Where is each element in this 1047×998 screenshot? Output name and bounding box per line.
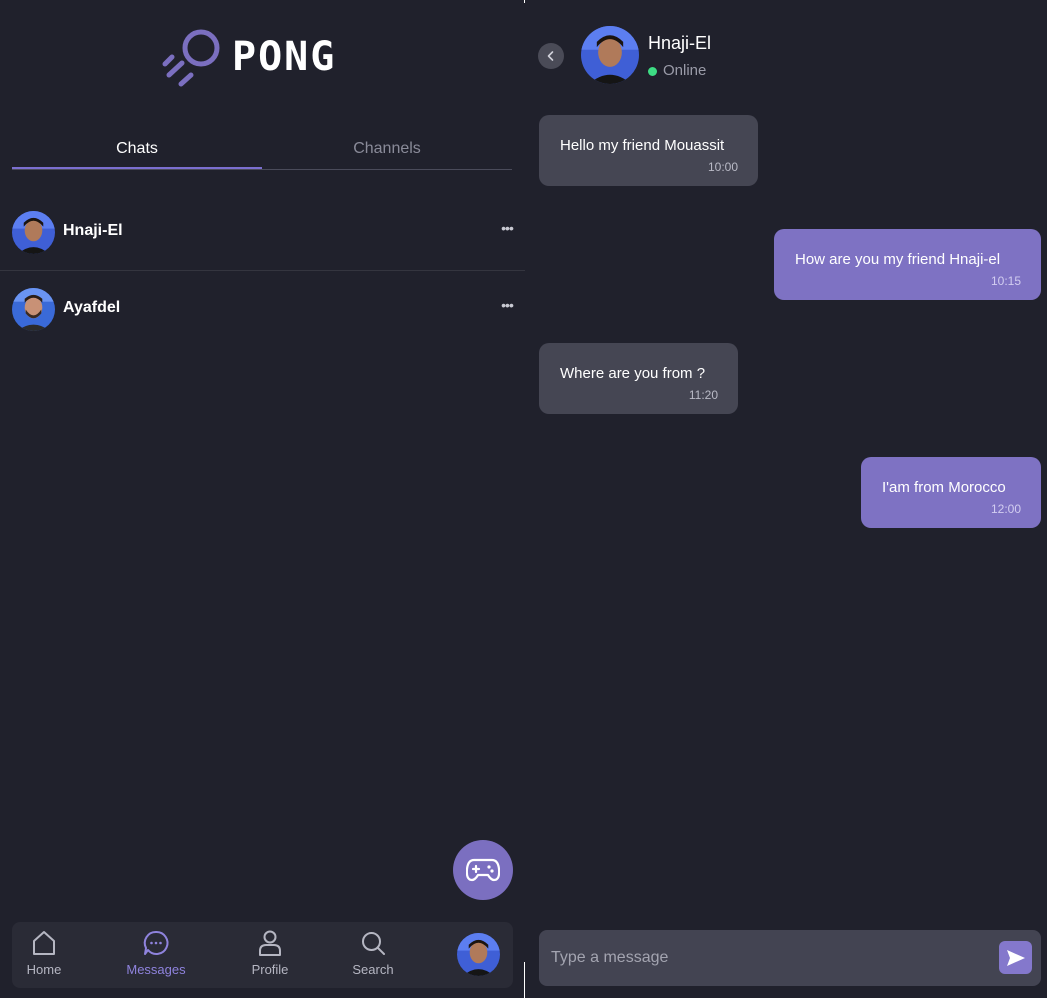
pong-ball-logo-icon [162,29,220,87]
nav-label: Search [352,962,394,977]
message-composer [539,930,1041,986]
send-button[interactable] [999,941,1032,974]
pong-logo: PONG [160,26,370,90]
message-time: 11:20 [688,388,718,402]
gamepad-icon [466,858,500,882]
current-user-avatar[interactable] [457,933,500,976]
status-dot-icon [648,67,657,76]
message-text: I'am from Morocco [882,479,1006,496]
message-text: Hello my friend Mouassit [560,137,725,154]
search-icon [362,932,385,955]
status-text: Online [663,62,707,79]
chat-bubble-icon [143,930,169,955]
message-text: How are you my friend Hnaji-el [795,251,1001,268]
panel-divider-tick [524,0,525,3]
message-input[interactable] [551,930,991,986]
conversation-panel: Hnaji-El Online Hello my friend Mouassit… [526,0,1047,998]
contact-avatar [581,26,639,84]
send-icon [1006,949,1025,966]
nav-label: Home [26,962,62,977]
chat-list-item[interactable]: Ayafdel ••• [0,271,525,348]
message-bubble-incoming: Where are you from ? 11:20 [539,343,738,414]
home-icon [33,931,55,955]
avatar [12,211,55,254]
ellipsis-icon[interactable]: ••• [497,220,517,240]
chat-contact-name: Ayafdel [63,299,121,316]
chat-list-item[interactable]: Hnaji-El ••• [0,194,525,271]
message-time: 10:00 [707,160,738,174]
nav-profile[interactable]: Profile [230,928,310,984]
chat-list-panel: PONG Chats Channels Hnaji-El ••• Ayafdel… [0,0,525,998]
tab-channels[interactable]: Channels [262,134,512,169]
nav-home[interactable]: Home [4,928,84,984]
contact-name: Hnaji-El [648,33,712,53]
nav-search[interactable]: Search [333,928,413,984]
bottom-navigation: Home Messages Profile Search [12,922,513,988]
user-icon [259,930,281,956]
nav-messages[interactable]: Messages [116,928,196,984]
chat-tabs: Chats Channels [12,134,512,170]
message-bubble-outgoing: I'am from Morocco 12:00 [861,457,1041,528]
message-time: 12:00 [990,502,1021,516]
message-bubble-outgoing: How are you my friend Hnaji-el 10:15 [774,229,1041,300]
nav-label: Profile [251,962,289,977]
nav-label: Messages [126,962,186,977]
message-time: 10:15 [990,274,1021,288]
chat-contact-name: Hnaji-El [63,222,123,239]
message-text: Where are you from ? [560,365,706,382]
message-bubble-incoming: Hello my friend Mouassit 10:00 [539,115,758,186]
tab-chats[interactable]: Chats [12,134,262,169]
logo-wordmark: PONG [232,34,337,80]
back-button[interactable] [538,43,564,69]
panel-divider [524,962,525,998]
ellipsis-icon[interactable]: ••• [497,297,517,317]
avatar [12,288,55,331]
chevron-left-icon [547,51,554,61]
play-game-button[interactable] [453,840,513,900]
app-root: PONG Chats Channels Hnaji-El ••• Ayafdel… [0,0,1047,998]
